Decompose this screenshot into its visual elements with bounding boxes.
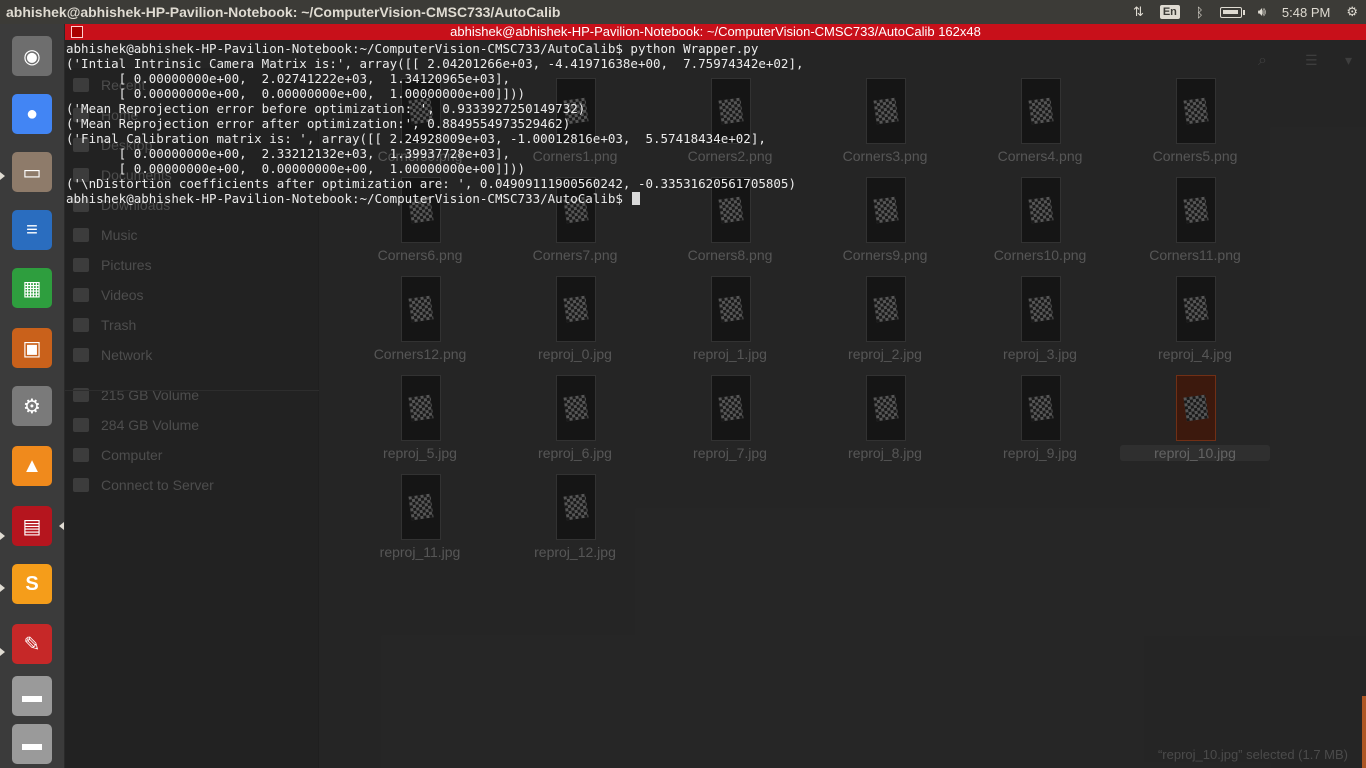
launcher-calc[interactable]: ▦	[6, 262, 58, 314]
terminal-line: ('Final Calibration matrix is: ', array(…	[66, 131, 766, 146]
ubuntu-dash-icon: ◉	[12, 36, 52, 76]
terminal-line: [ 0.00000000e+00, 0.00000000e+00, 1.0000…	[66, 86, 526, 101]
bluetooth-icon[interactable]: ᛒ	[1188, 0, 1212, 24]
terminal-titlebar[interactable]: abhishek@abhishek-HP-Pavilion-Notebook: …	[65, 24, 1366, 40]
terminal-output[interactable]: abhishek@abhishek-HP-Pavilion-Notebook:~…	[66, 41, 804, 206]
launcher-vlc[interactable]: ▲	[6, 440, 58, 492]
terminal-line: abhishek@abhishek-HP-Pavilion-Notebook:~…	[66, 41, 759, 56]
launcher-writer[interactable]: ≡	[6, 204, 58, 256]
chrome-icon: ●	[12, 94, 52, 134]
launcher-terminal[interactable]: ▤	[6, 500, 58, 552]
document-viewer-icon: ✎	[12, 624, 52, 664]
calc-icon: ▦	[12, 268, 52, 308]
drive-2-icon: ▬	[12, 724, 52, 764]
launcher-settings[interactable]: ⚙	[6, 380, 58, 432]
writer-icon: ≡	[12, 210, 52, 250]
terminal-line: ('\nDistortion coefficients after optimi…	[66, 176, 796, 191]
battery-icon[interactable]	[1212, 0, 1250, 24]
window-title: abhishek@abhishek-HP-Pavilion-Notebook: …	[6, 4, 561, 20]
terminal-title: abhishek@abhishek-HP-Pavilion-Notebook: …	[450, 24, 981, 39]
lang-badge: En	[1159, 5, 1180, 19]
sublime-icon: S	[12, 564, 52, 604]
gear-icon[interactable]: ⚙	[1338, 0, 1366, 24]
terminal-window[interactable]: abhishek@abhishek-HP-Pavilion-Notebook:~…	[65, 40, 1366, 768]
terminal-line: [ 0.00000000e+00, 2.02741222e+03, 1.3412…	[66, 71, 511, 86]
terminal-line: abhishek@abhishek-HP-Pavilion-Notebook:~…	[66, 191, 804, 206]
sort-arrows-icon[interactable]: ⇅	[1125, 0, 1152, 24]
running-indicator	[0, 584, 5, 592]
launcher-sublime[interactable]: S	[6, 558, 58, 610]
terminal-icon: ▤	[12, 506, 52, 546]
impress-icon: ▣	[12, 328, 52, 368]
vlc-icon: ▲	[12, 446, 52, 486]
terminal-line: ('Mean Reprojection error after optimiza…	[66, 116, 571, 131]
running-indicator	[0, 172, 5, 180]
keyboard-layout-indicator[interactable]: En	[1152, 0, 1188, 24]
terminal-cursor	[632, 192, 641, 205]
running-indicator	[0, 648, 5, 656]
focused-indicator	[59, 522, 64, 530]
terminal-line: ('Mean Reprojection error before optimiz…	[66, 101, 586, 116]
system-tray: ⇅ En ᛒ 🔊︎ 5:48 PM ⚙	[1125, 0, 1366, 24]
launcher-drive-2[interactable]: ▬	[6, 724, 58, 764]
files-icon: ▭	[12, 152, 52, 192]
launcher-impress[interactable]: ▣	[6, 322, 58, 374]
launcher-document-viewer[interactable]: ✎	[6, 618, 58, 670]
terminal-line: [ 0.00000000e+00, 0.00000000e+00, 1.0000…	[66, 161, 526, 176]
launcher-chrome[interactable]: ●	[6, 88, 58, 140]
top-panel: abhishek@abhishek-HP-Pavilion-Notebook: …	[0, 0, 1366, 24]
launcher-drive-1[interactable]: ▬	[6, 676, 58, 716]
drive-1-icon: ▬	[12, 676, 52, 716]
launcher: ◉ ● ▭ ≡ ▦ ▣ ⚙ ▲ ▤ S ✎ ▬ ▬	[0, 24, 65, 768]
volume-icon[interactable]: 🔊︎	[1250, 0, 1274, 24]
launcher-files[interactable]: ▭	[6, 146, 58, 198]
launcher-ubuntu-dash[interactable]: ◉	[6, 30, 58, 82]
clock[interactable]: 5:48 PM	[1274, 0, 1338, 24]
terminal-line: ('Intial Intrinsic Camera Matrix is:', a…	[66, 56, 804, 71]
settings-icon: ⚙	[12, 386, 52, 426]
terminal-line: [ 0.00000000e+00, 2.33212132e+03, 1.3993…	[66, 146, 511, 161]
running-indicator	[0, 532, 5, 540]
